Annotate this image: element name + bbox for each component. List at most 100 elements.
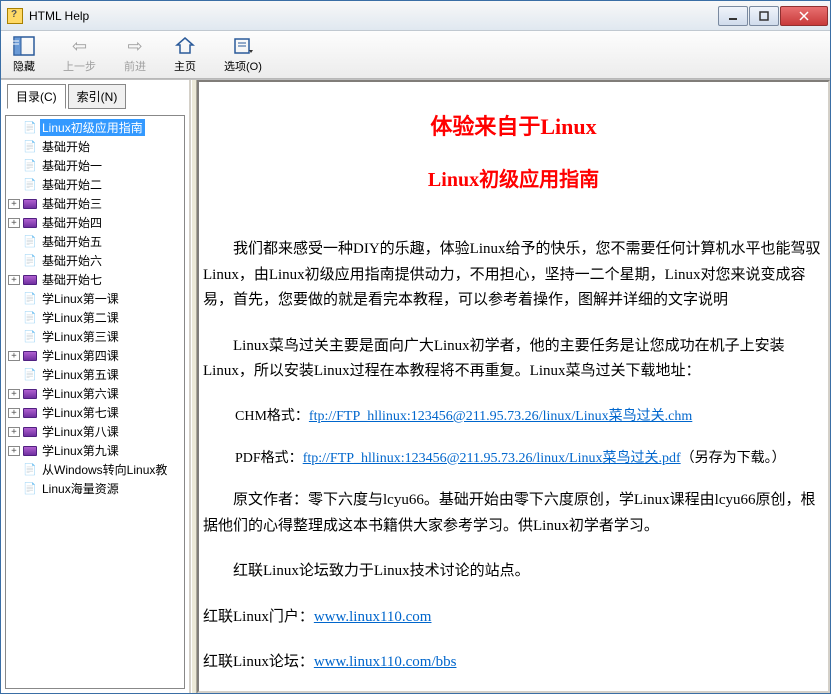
tree-item: + 学Linux第七课 [8,403,182,422]
tree-item-label[interactable]: Linux海量资源 [40,480,121,497]
closed-book-icon [22,425,38,439]
closed-book-icon [22,444,38,458]
tree-item: 学Linux第五课 [8,365,182,384]
app-window: HTML Help 隐藏 ⇦ 上一步 ⇨ 前进 主页 选项(O) [0,0,831,694]
options-button[interactable]: 选项(O) [220,33,266,76]
tree-item-label[interactable]: 学Linux第五课 [40,366,121,383]
expand-toggle[interactable]: + [8,351,20,361]
tab-index[interactable]: 索引(N) [68,84,127,109]
home-button[interactable]: 主页 [170,33,200,76]
tree-item: 基础开始 [8,137,182,156]
body-area: 目录(C) 索引(N) Linux初级应用指南基础开始基础开始一基础开始二+基础… [1,79,830,693]
portal-link[interactable]: www.linux110.com [314,609,432,625]
content-pane[interactable]: 体验来自于Linux Linux初级应用指南 我们都来感受一种DIY的乐趣，体验… [197,80,830,693]
tree-item-label[interactable]: 学Linux第一课 [40,290,121,307]
tree-item: 基础开始五 [8,232,182,251]
tree-item-label[interactable]: 从Windows转向Linux教 [40,461,169,478]
paragraph: 红联Linux论坛致力于Linux技术讨论的站点。 [203,559,824,585]
tree-item: 从Windows转向Linux教 [8,460,182,479]
tree-item: 学Linux第一课 [8,289,182,308]
closed-book-icon [22,406,38,420]
tree-item: + 学Linux第八课 [8,422,182,441]
closed-book-icon [22,197,38,211]
page-icon [22,311,38,325]
tree-item-label[interactable]: 学Linux第二课 [40,309,121,326]
toolbar: 隐藏 ⇦ 上一步 ⇨ 前进 主页 选项(O) [1,31,830,79]
closed-book-icon [22,273,38,287]
minimize-button[interactable] [718,6,748,26]
page-icon [22,178,38,192]
content-body: 体验来自于Linux Linux初级应用指南 我们都来感受一种DIY的乐趣，体验… [199,82,828,693]
tree-item: 基础开始六 [8,251,182,270]
titlebar: HTML Help [1,1,830,31]
nav-pane: 目录(C) 索引(N) Linux初级应用指南基础开始基础开始一基础开始二 + 基础… [1,80,191,693]
tree-item-label[interactable]: 学Linux第四课 [40,347,121,364]
tree-item-label[interactable]: 学Linux第六课 [40,385,121,402]
chm-link[interactable]: ftp://FTP_hllinux:123456@211.95.73.26/li… [309,409,692,424]
page-icon [22,121,38,135]
hide-button[interactable]: 隐藏 [9,33,39,76]
tree-item: Linux海量资源 [8,479,182,498]
forum-link[interactable]: www.linux110.com/bbs [314,654,457,670]
tree-container[interactable]: Linux初级应用指南基础开始基础开始一基础开始二 + 基础开始三 + 基础开始四基础开… [5,115,185,689]
expand-toggle[interactable]: + [8,389,20,399]
pdf-link[interactable]: ftp://FTP_hllinux:123456@211.95.73.26/li… [303,451,681,466]
expand-toggle[interactable]: + [8,275,20,285]
tree-item-label[interactable]: 基础开始六 [40,252,104,269]
page-title-2: Linux初级应用指南 [199,163,828,197]
paragraph: Linux菜鸟过关主要是面向广大Linux初学者，他的主要任务是让您成功在机子上… [203,334,824,385]
tree-item-label[interactable]: 学Linux第八课 [40,423,121,440]
maximize-button[interactable] [749,6,779,26]
paragraph: 原文作者：零下六度与lcyu66。基础开始由零下六度原创，学Linux课程由lc… [203,488,824,539]
tree-item-label[interactable]: Linux初级应用指南 [40,119,145,136]
expand-toggle[interactable]: + [8,218,20,228]
tree-item: + 基础开始三 [8,194,182,213]
page-icon [22,368,38,382]
tree-item-label[interactable]: 学Linux第三课 [40,328,121,345]
tree-item-label[interactable]: 基础开始二 [40,176,104,193]
page-icon [22,330,38,344]
closed-book-icon [22,387,38,401]
nav-tabs: 目录(C) 索引(N) [5,84,185,109]
portal-line: 红联Linux门户：www.linux110.com [203,605,824,631]
expand-toggle[interactable]: + [8,446,20,456]
forward-arrow-icon: ⇨ [127,35,142,57]
home-icon [175,35,195,57]
app-icon [7,8,23,24]
hide-icon [13,35,35,57]
tree-item-label[interactable]: 学Linux第七课 [40,404,121,421]
tree-item-label[interactable]: 基础开始五 [40,233,104,250]
page-icon [22,140,38,154]
tree-item: + 学Linux第六课 [8,384,182,403]
tree-item-label[interactable]: 基础开始一 [40,157,104,174]
back-button[interactable]: ⇦ 上一步 [59,33,100,76]
page-icon [22,159,38,173]
forward-button[interactable]: ⇨ 前进 [120,33,150,76]
tree-item-label[interactable]: 基础开始四 [40,214,104,231]
tree-item-label[interactable]: 基础开始七 [40,271,104,288]
download-line-chm: CHM格式：ftp://FTP_hllinux:123456@211.95.73… [235,405,828,429]
tab-contents[interactable]: 目录(C) [7,84,66,109]
expand-toggle[interactable]: + [8,199,20,209]
expand-toggle[interactable]: + [8,427,20,437]
topic-tree: Linux初级应用指南基础开始基础开始一基础开始二 + 基础开始三 + 基础开始四基础开… [8,118,182,498]
page-icon [22,463,38,477]
tree-item: Linux初级应用指南 [8,118,182,137]
page-icon [22,235,38,249]
tree-item: 学Linux第三课 [8,327,182,346]
close-button[interactable] [780,6,828,26]
tree-item-label[interactable]: 学Linux第九课 [40,442,121,459]
download-line-pdf: PDF格式：ftp://FTP_hllinux:123456@211.95.73… [235,447,828,471]
tree-item-label[interactable]: 基础开始三 [40,195,104,212]
tree-item-label[interactable]: 基础开始 [40,138,92,155]
page-icon [22,254,38,268]
tree-item: 基础开始一 [8,156,182,175]
window-controls [717,6,828,26]
closed-book-icon [22,216,38,230]
back-arrow-icon: ⇦ [72,35,87,57]
tree-item: 学Linux第二课 [8,308,182,327]
tree-item: + 基础开始四 [8,213,182,232]
tree-item: + 基础开始七 [8,270,182,289]
expand-toggle[interactable]: + [8,408,20,418]
page-icon [22,482,38,496]
